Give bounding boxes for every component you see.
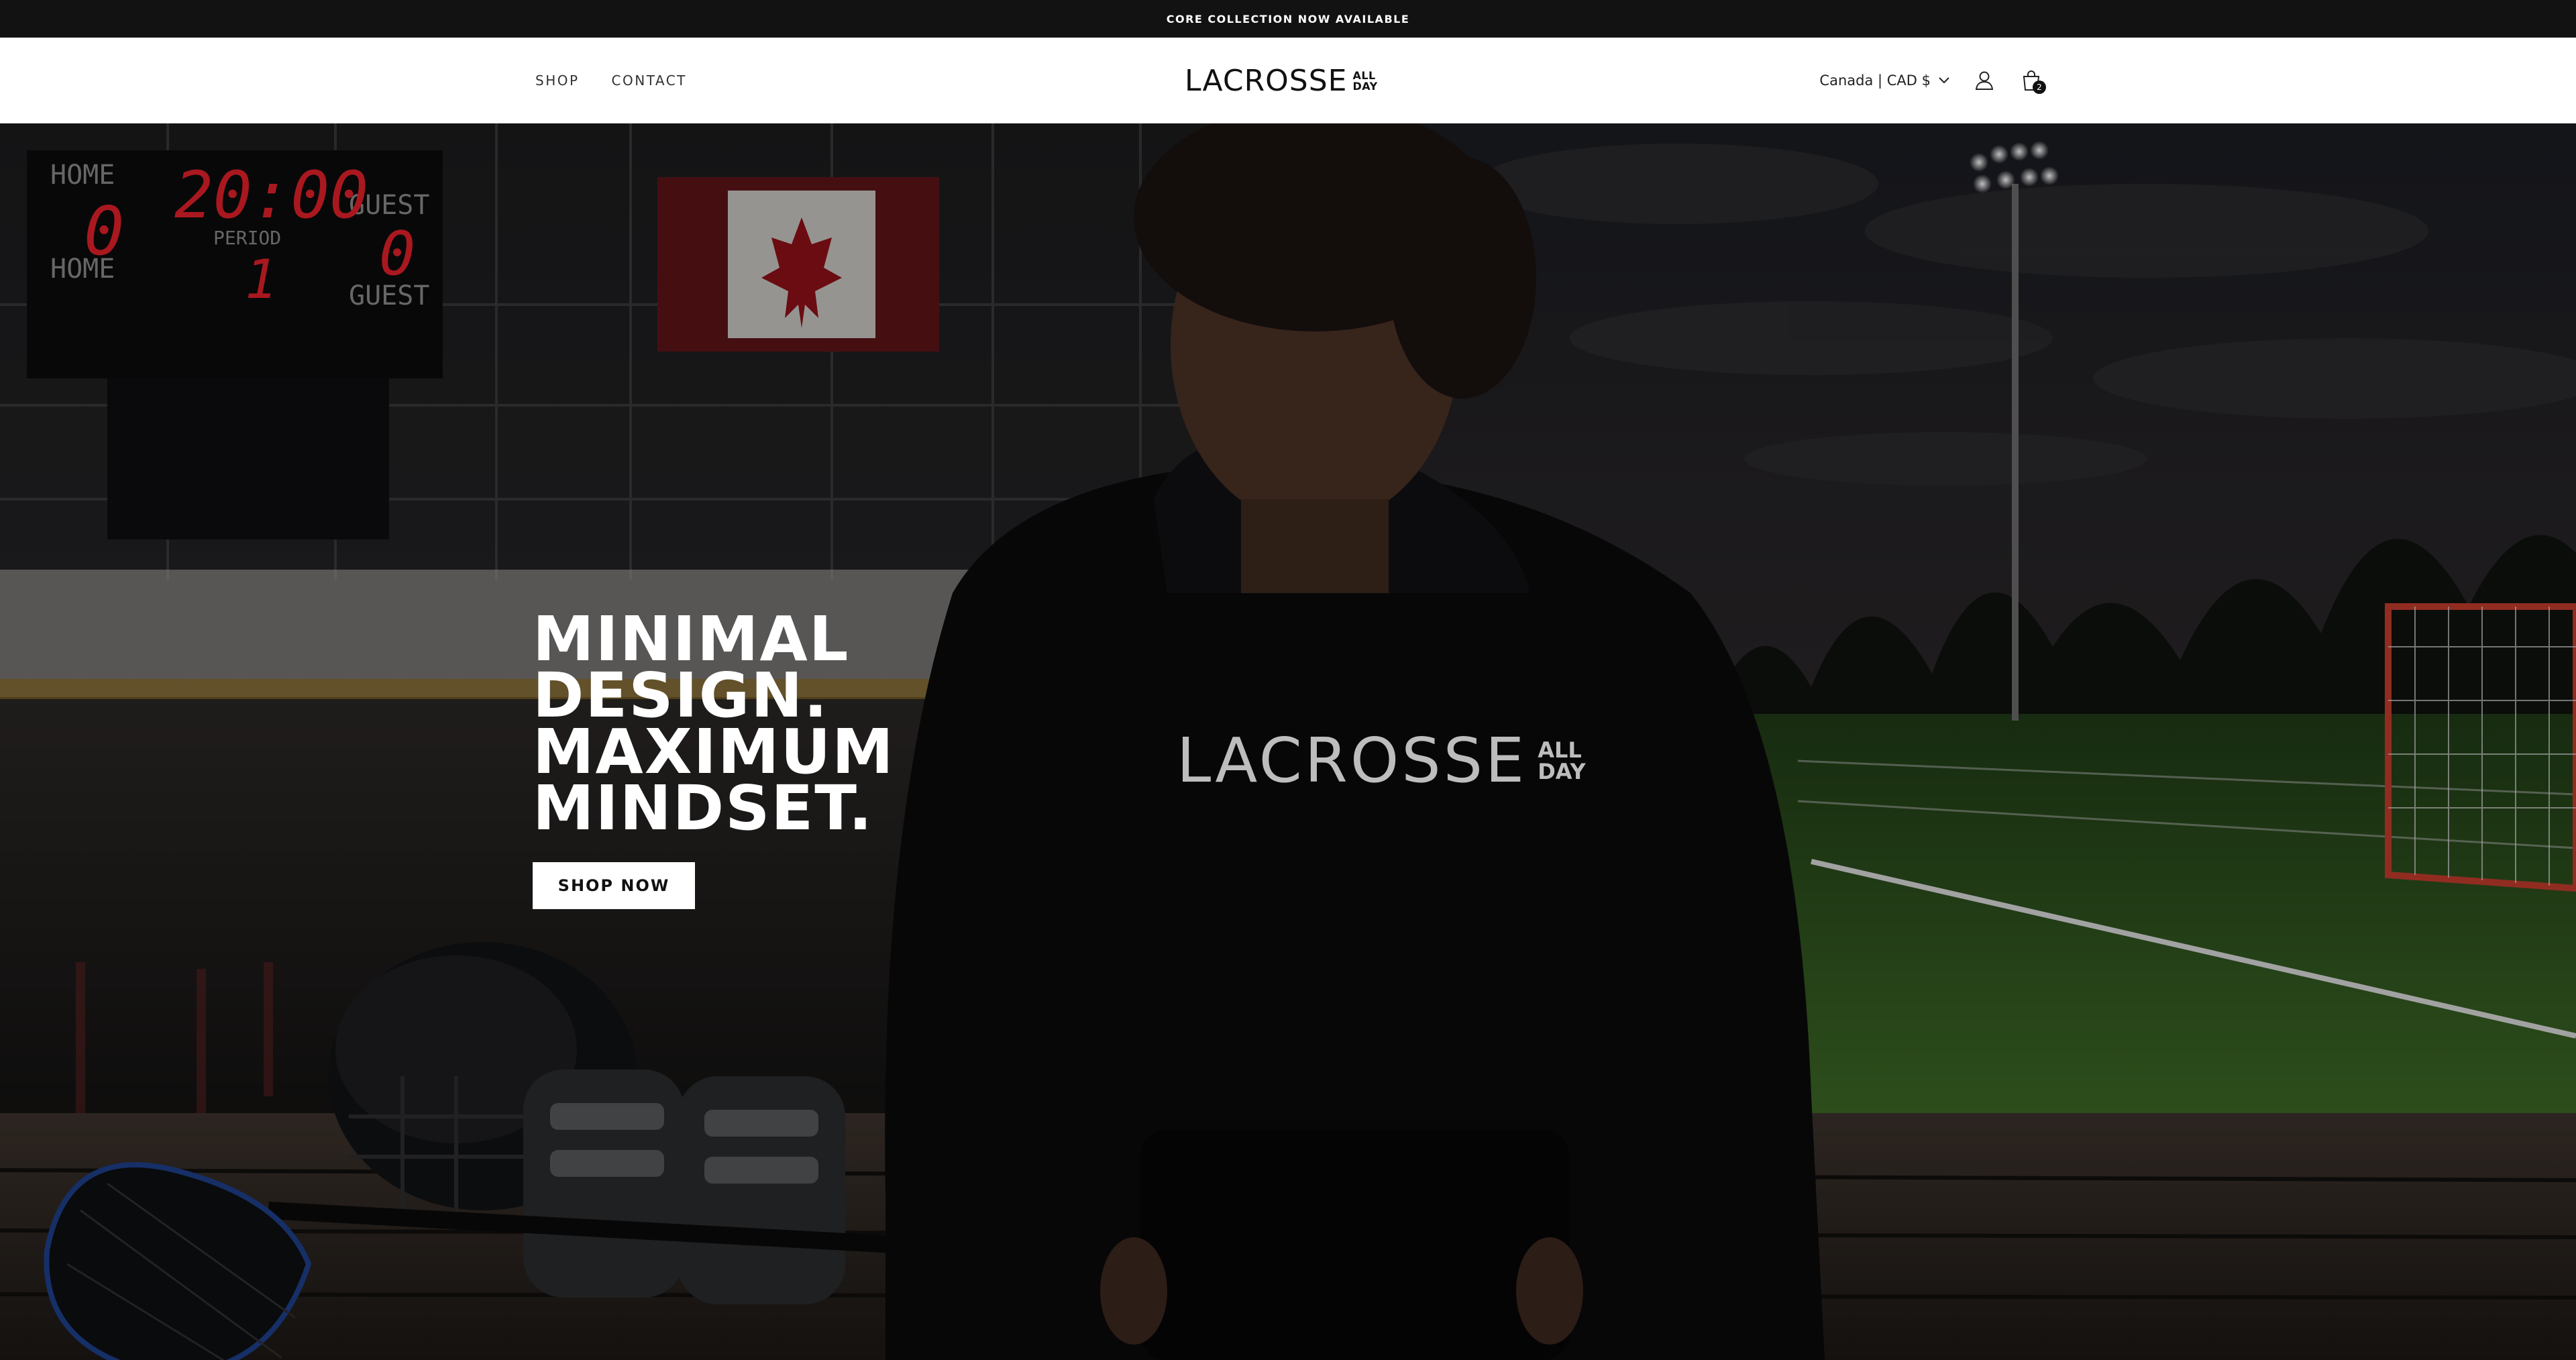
logo-wordmark: LACROSSE — [1185, 63, 1348, 98]
hero-headline: MINIMAL DESIGN. MAXIMUM MINDSET. — [533, 609, 895, 844]
hoodie-logo-sub-top: ALL — [1538, 737, 1582, 763]
nav-shop-link[interactable]: SHOP — [535, 72, 580, 89]
chevron-down-icon — [1939, 77, 1949, 84]
locale-selector[interactable]: Canada | CAD $ — [1819, 72, 1949, 89]
logo-sub-bottom: DAY — [1352, 80, 1378, 93]
main-nav: SHOP CONTACT — [535, 38, 687, 123]
cart-button[interactable]: 2 — [2019, 68, 2046, 94]
hoodie-logo-sub-bottom: DAY — [1538, 758, 1586, 784]
hero-copy: MINIMAL DESIGN. MAXIMUM MINDSET. SHOP NO… — [533, 609, 895, 909]
cart-count-badge: 2 — [2033, 81, 2046, 94]
logo-subtext: ALL DAY — [1352, 70, 1377, 92]
nav-contact-link[interactable]: CONTACT — [612, 72, 687, 89]
user-icon — [1975, 71, 1994, 90]
header-utilities: Canada | CAD $ 2 — [1819, 38, 2046, 123]
hoodie-logo-wordmark: LACROSSE — [1177, 725, 1527, 796]
site-logo[interactable]: LACROSSE ALL DAY — [1185, 62, 1378, 99]
shop-now-button[interactable]: SHOP NOW — [533, 862, 695, 909]
hero-headline-line: MINDSET. — [533, 772, 873, 844]
announcement-text: CORE COLLECTION NOW AVAILABLE — [1166, 12, 1410, 25]
announcement-bar: CORE COLLECTION NOW AVAILABLE — [0, 0, 2576, 38]
account-button[interactable] — [1972, 68, 1996, 93]
hero-banner: HOME HOME GUEST GUEST PERIOD 0 20:00 0 1 — [0, 123, 2576, 1360]
locale-label: Canada | CAD $ — [1819, 72, 1931, 89]
hoodie-logo-print: LACROSSE ALL DAY — [1177, 725, 1586, 796]
site-header: SHOP CONTACT LACROSSE ALL DAY Canada | C… — [0, 38, 2576, 123]
hoodie-logo-subtext: ALL DAY — [1538, 739, 1585, 782]
